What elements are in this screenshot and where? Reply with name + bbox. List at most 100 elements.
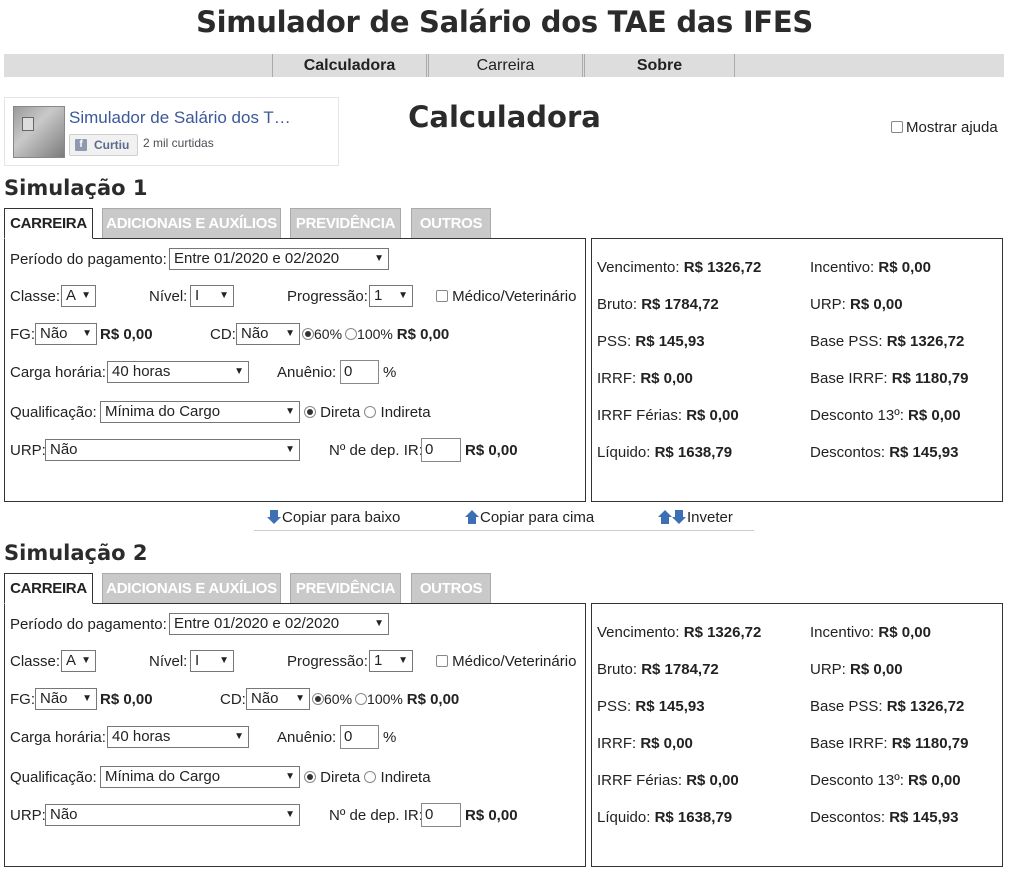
cd-select[interactable]: Não ▼ (246, 688, 310, 710)
cd-percent-options: 60% 100% R$ 0,00 (312, 691, 459, 708)
copy-toolbar: Copiar para baixo Copiar para cima Invet… (254, 506, 754, 531)
carga-label: Carga horária: (10, 729, 106, 746)
classe-label: Classe: (10, 288, 61, 305)
copy-down-button[interactable]: Copiar para baixo (266, 509, 400, 526)
site-title: Simulador de Salário dos TAE das IFES (196, 5, 813, 39)
qualificacao-type: Direta Indireta (304, 404, 431, 421)
urp-select[interactable]: Não ▼ (45, 439, 300, 461)
cd-value: R$ 0,00 (406, 691, 460, 708)
sim2-tab-adicionais[interactable]: ADICIONAIS E AUXÍLIOS (102, 573, 281, 604)
indireta-radio[interactable] (364, 406, 377, 418)
qualificacao-select[interactable]: Mínima do Cargo ▼ (100, 766, 300, 788)
medico-checkbox-row[interactable]: Médico/Veterinário (436, 653, 576, 670)
facebook-like-button[interactable]: f Curtiu (69, 134, 138, 156)
chevron-down-icon: ▼ (219, 290, 229, 301)
sim1-tab-outros[interactable]: OUTROS (411, 208, 491, 239)
anuenio-input[interactable]: 0 (340, 360, 379, 384)
cd-select[interactable]: Não ▼ (236, 323, 300, 345)
sim1-form-panel: Período do pagamento: Entre 01/2020 e 02… (4, 238, 586, 502)
nivel-select[interactable]: I ▼ (190, 650, 234, 672)
result-descontos: Descontos: R$ 145,93 (810, 809, 959, 826)
result-base-irrf: Base IRRF: R$ 1180,79 (810, 735, 969, 752)
result-bruto: Bruto: R$ 1784,72 (597, 296, 719, 313)
swap-button[interactable]: Inveter (657, 509, 733, 526)
urp-select[interactable]: Não ▼ (45, 804, 300, 826)
chevron-down-icon: ▼ (82, 328, 92, 339)
carga-select[interactable]: 40 horas ▼ (107, 361, 249, 383)
top-nav: Calculadora Carreira Sobre (4, 54, 1004, 77)
nav-sobre[interactable]: Sobre (582, 54, 735, 77)
result-desconto-13: Desconto 13º: R$ 0,00 (810, 407, 961, 424)
fg-label: FG: (10, 326, 35, 343)
dep-input[interactable]: 0 (421, 438, 461, 462)
result-liquido: Líquido: R$ 1638,79 (597, 444, 733, 461)
dep-input[interactable]: 0 (421, 803, 461, 827)
indireta-radio[interactable] (364, 771, 377, 783)
progressao-select[interactable]: 1 ▼ (369, 285, 413, 307)
direta-radio[interactable] (304, 771, 316, 783)
classe-label: Classe: (10, 653, 61, 670)
dep-label: Nº de dep. IR: (329, 807, 423, 824)
facebook-icon: f (75, 139, 87, 151)
simulation-2-title: Simulação 2 (4, 541, 148, 565)
carga-select[interactable]: 40 horas ▼ (107, 726, 249, 748)
urp-label: URP: (10, 442, 46, 459)
progressao-select[interactable]: 1 ▼ (369, 650, 413, 672)
urp-label: URP: (10, 807, 46, 824)
fg-select[interactable]: Não ▼ (35, 323, 97, 345)
cd-100-radio[interactable] (345, 328, 358, 340)
nivel-label: Nível: (149, 653, 188, 670)
sim2-tab-outros[interactable]: OUTROS (411, 573, 491, 604)
qualificacao-label: Qualificação: (10, 404, 97, 421)
result-irrf: IRRF: R$ 0,00 (597, 370, 693, 387)
like-label: Curtiu (94, 138, 130, 152)
periodo-select[interactable]: Entre 01/2020 e 02/2020 ▼ (169, 248, 389, 270)
sim1-tab-previdencia[interactable]: PREVIDÊNCIA (290, 208, 401, 239)
sim1-tab-adicionais[interactable]: ADICIONAIS E AUXÍLIOS (102, 208, 281, 239)
cd-60-radio[interactable] (312, 693, 324, 705)
fg-label: FG: (10, 691, 35, 708)
simulation-1-title: Simulação 1 (4, 176, 148, 200)
chevron-down-icon: ▼ (295, 693, 305, 704)
medico-checkbox-row[interactable]: Médico/Veterinário (436, 288, 576, 305)
chevron-down-icon: ▼ (234, 731, 244, 742)
periodo-select[interactable]: Entre 01/2020 e 02/2020 ▼ (169, 613, 389, 635)
result-incentivo: Incentivo: R$ 0,00 (810, 259, 931, 276)
nivel-label: Nível: (149, 288, 188, 305)
result-liquido: Líquido: R$ 1638,79 (597, 809, 733, 826)
sim2-tab-carreira[interactable]: CARREIRA (4, 573, 93, 604)
show-help-checkbox[interactable] (891, 121, 903, 133)
cd-100-radio[interactable] (355, 693, 368, 705)
like-count: 2 mil curtidas (143, 136, 214, 150)
result-pss: PSS: R$ 145,93 (597, 333, 705, 350)
qualificacao-select[interactable]: Mínima do Cargo ▼ (100, 401, 300, 423)
fg-select[interactable]: Não ▼ (35, 688, 97, 710)
nav-calculadora[interactable]: Calculadora (272, 54, 426, 77)
show-help-toggle[interactable]: Mostrar ajuda (891, 119, 998, 136)
nav-carreira[interactable]: Carreira (426, 54, 582, 77)
sim1-results-panel: Vencimento: R$ 1326,72 Incentivo: R$ 0,0… (591, 238, 1003, 502)
fg-value: R$ 0,00 (100, 691, 153, 708)
periodo-label: Período do pagamento: (10, 616, 167, 633)
anuenio-input[interactable]: 0 (340, 725, 379, 749)
nivel-select[interactable]: I ▼ (190, 285, 234, 307)
direta-radio[interactable] (304, 406, 316, 418)
sim2-tab-previdencia[interactable]: PREVIDÊNCIA (290, 573, 401, 604)
qualificacao-type: Direta Indireta (304, 769, 431, 786)
qualificacao-label: Qualificação: (10, 769, 97, 786)
result-irrf-ferias: IRRF Férias: R$ 0,00 (597, 407, 739, 424)
carga-label: Carga horária: (10, 364, 106, 381)
cd-60-radio[interactable] (302, 328, 314, 340)
result-incentivo: Incentivo: R$ 0,00 (810, 624, 931, 641)
copy-up-button[interactable]: Copiar para cima (464, 509, 594, 526)
chevron-down-icon: ▼ (285, 809, 295, 820)
arrow-down-icon (267, 510, 281, 524)
medico-checkbox[interactable] (436, 290, 448, 302)
chevron-down-icon: ▼ (285, 406, 295, 417)
medico-checkbox[interactable] (436, 655, 448, 667)
classe-select[interactable]: A ▼ (61, 285, 96, 307)
classe-select[interactable]: A ▼ (61, 650, 96, 672)
sim1-tab-carreira[interactable]: CARREIRA (4, 208, 93, 239)
dep-label: Nº de dep. IR: (329, 442, 423, 459)
chevron-down-icon: ▼ (398, 655, 408, 666)
